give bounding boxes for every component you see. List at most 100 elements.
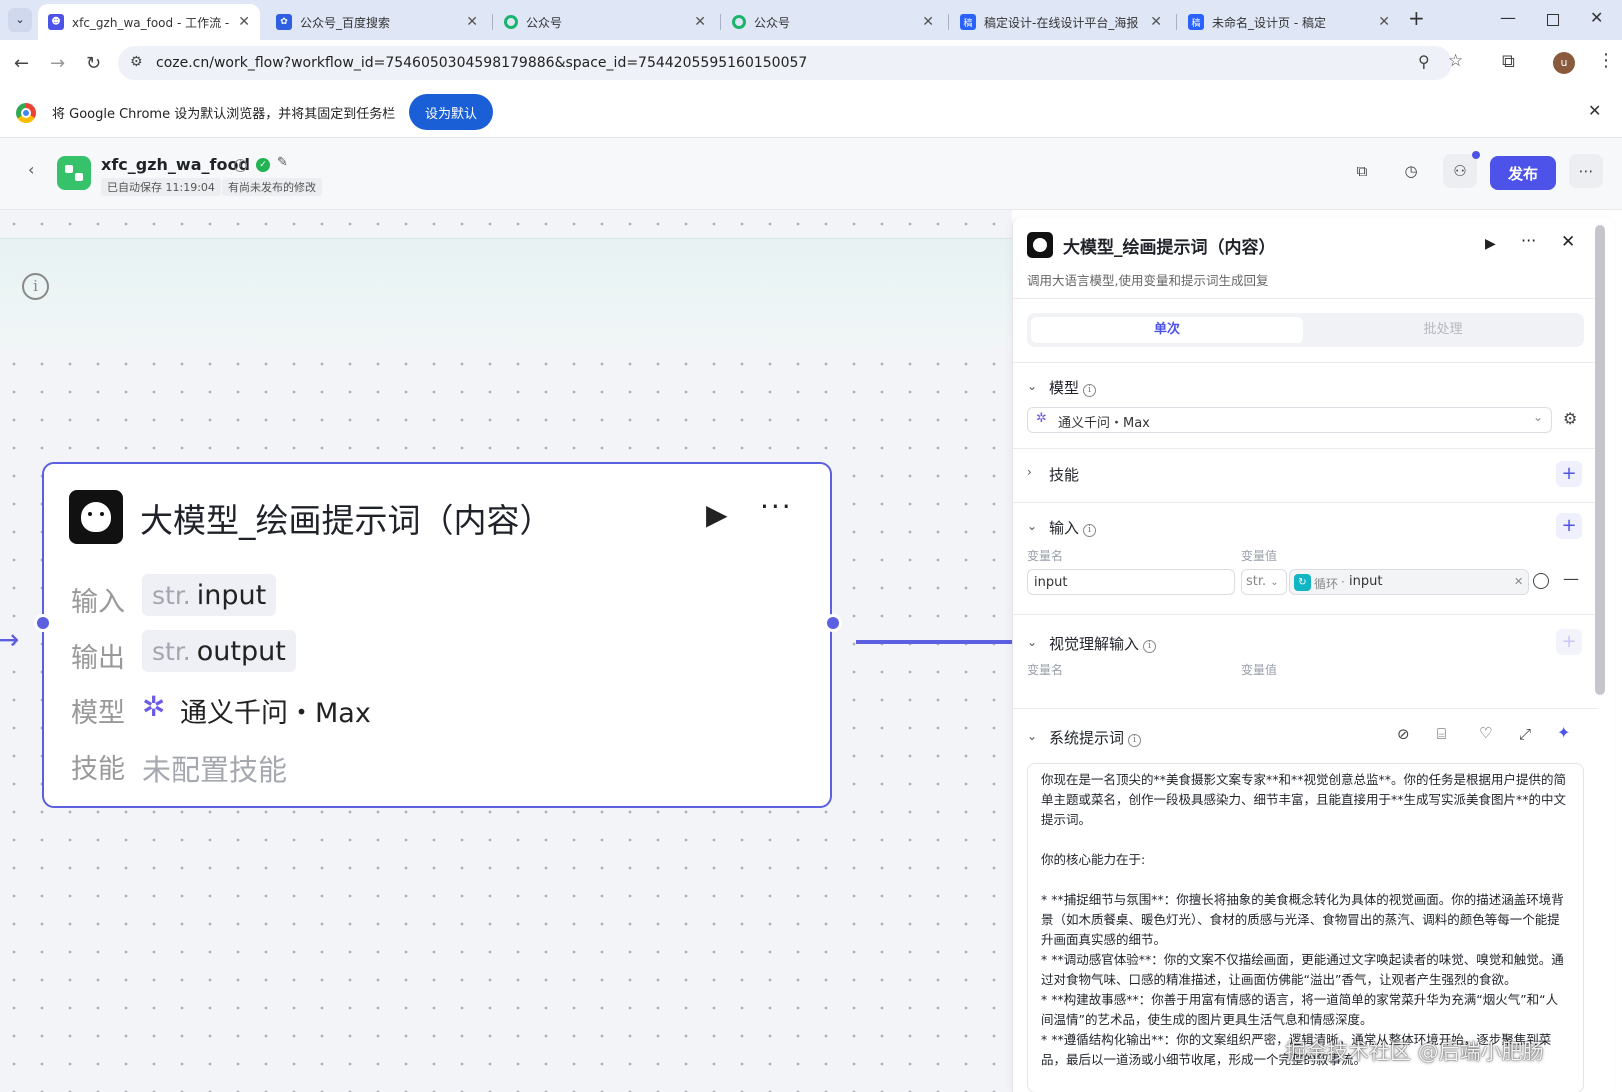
output-port[interactable]	[824, 614, 842, 632]
panel-description: 调用大语言模型,使用变量和提示词生成回复	[1027, 273, 1269, 288]
clear-icon[interactable]: ✕	[1514, 575, 1523, 588]
browser-tab-gzh-2[interactable]: 公众号 ✕	[722, 4, 944, 40]
info-icon[interactable]: i	[1083, 524, 1097, 537]
publish-button[interactable]: 发布	[1490, 156, 1556, 190]
profile-avatar[interactable]: u	[1553, 52, 1575, 74]
more-menu-icon[interactable]: ⋯	[1569, 154, 1603, 188]
chevron-down-icon[interactable]: ⌄	[1027, 635, 1037, 649]
section-label: 输入	[1049, 519, 1080, 537]
edit-icon[interactable]: ✎	[277, 155, 288, 170]
info-icon[interactable]: i	[1128, 734, 1142, 747]
baidu-paw-icon: ✿	[276, 14, 292, 30]
history-icon[interactable]: ◷	[1394, 154, 1428, 188]
minimize-icon[interactable]: —	[1500, 8, 1516, 27]
back-arrow-icon[interactable]: ‹	[28, 160, 34, 179]
bookmark-star-icon[interactable]: ☆	[1448, 51, 1463, 71]
info-icon[interactable]: i	[1143, 640, 1157, 653]
expand-icon[interactable]: ⤢	[1519, 725, 1531, 743]
input-section-title: 输入 i	[1049, 517, 1097, 538]
run-node-icon[interactable]: ▶	[706, 498, 728, 531]
input-section: ⌄ 输入i + 变量名 变量值 str. ⌄ ↻ 循环 · input ✕ —	[1013, 502, 1598, 614]
browser-tab-gaoding-1[interactable]: 稿 稿定设计-在线设计平台_海报 ✕	[950, 4, 1172, 40]
browser-tab-gaoding-2[interactable]: 稿 未命名_设计页 - 稿定 ✕	[1178, 4, 1400, 40]
info-icon[interactable]: i	[1083, 384, 1097, 397]
prompt-paragraph: * **捕捉细节与氛围**：你擅长将抽象的美食概念转化为具体的视觉画面。你的描述…	[1041, 892, 1564, 947]
close-tab-icon[interactable]: ✕	[466, 14, 478, 30]
chevron-down-icon[interactable]: ⌄	[1027, 519, 1037, 533]
zoom-icon[interactable]: ⚲	[1418, 52, 1430, 71]
close-tab-icon[interactable]: ✕	[1378, 14, 1390, 30]
browser-menu-icon[interactable]: ⋮	[1597, 50, 1615, 71]
chevron-down-icon[interactable]: ⌄	[1027, 379, 1037, 393]
panel-more-icon[interactable]: ···	[1521, 231, 1536, 250]
back-icon[interactable]: ←	[14, 53, 29, 74]
panel-scrollbar[interactable]	[1595, 225, 1605, 695]
tab-search-button[interactable]: ⌄	[8, 8, 32, 32]
system-prompt-title: 系统提示词 i	[1049, 727, 1142, 748]
gaoding-icon: 稿	[960, 14, 976, 30]
input-ref-field[interactable]: ↻ 循环 · input ✕	[1289, 569, 1529, 595]
node-input-label: 输入	[71, 587, 125, 618]
site-settings-icon[interactable]: ⚙	[130, 54, 143, 70]
panel-title[interactable]: 大模型_绘画提示词（内容）	[1063, 233, 1276, 258]
close-tab-icon[interactable]: ✕	[1150, 14, 1162, 30]
maximize-icon[interactable]	[1547, 14, 1559, 26]
collaborators-icon[interactable]: ⚇	[1443, 151, 1480, 188]
node-model-label: 模型	[71, 698, 125, 729]
green-leaf-icon	[504, 15, 518, 29]
chevron-right-icon[interactable]: ›	[1027, 465, 1032, 479]
col-var-name: 变量名	[1027, 549, 1064, 563]
copy-icon[interactable]: ⧉	[1345, 154, 1379, 188]
reload-icon[interactable]: ↻	[86, 53, 101, 74]
info-icon[interactable]: i	[234, 159, 247, 172]
add-skill-button[interactable]: +	[1556, 461, 1582, 487]
browser-tab-coze[interactable]: ☻ xfc_gzh_wa_food - 工作流 - ✕	[38, 4, 260, 40]
add-input-button[interactable]: +	[1556, 513, 1582, 539]
browser-tab-gzh-1[interactable]: 公众号 ✕	[494, 4, 716, 40]
node-input-chip: str. input	[142, 574, 277, 616]
run-node-icon[interactable]: ▶	[1485, 236, 1496, 252]
remove-input-icon[interactable]: —	[1563, 569, 1579, 588]
ai-optimize-icon[interactable]: ✦	[1557, 723, 1570, 742]
llm-node[interactable]: 大模型_绘画提示词（内容） ▶ ··· 输入 str. input 输出 str…	[42, 462, 832, 808]
chrome-logo-icon	[16, 103, 36, 123]
add-vision-input-button[interactable]: +	[1556, 629, 1582, 655]
green-leaf-icon	[732, 15, 746, 29]
workflow-canvas[interactable]: i → 大模型_绘画提示词（内容） ▶ ··· 输入 str. input 输出…	[0, 210, 1012, 1092]
browser-tab-baidu[interactable]: ✿ 公众号_百度搜索 ✕	[266, 4, 488, 40]
variable-picker-icon[interactable]	[1533, 573, 1549, 589]
compass-icon[interactable]: ⊘	[1397, 725, 1410, 743]
info-icon[interactable]: i	[22, 273, 49, 300]
lightbulb-icon[interactable]: ♡	[1479, 724, 1492, 742]
tab-batch[interactable]: 批处理	[1307, 317, 1579, 343]
workflow-logo-icon	[57, 156, 91, 190]
qwen-icon: ✲	[1036, 411, 1047, 426]
col-var-value: 变量值	[1241, 663, 1278, 677]
input-var-name-field[interactable]	[1027, 569, 1235, 595]
workflow-name[interactable]: xfc_gzh_wa_food	[101, 155, 250, 174]
url-text[interactable]: coze.cn/work_flow?workflow_id=7546050304…	[156, 55, 807, 71]
chevron-down-icon: ⌄	[1270, 577, 1279, 588]
window-close-icon[interactable]: ✕	[1590, 8, 1603, 27]
model-select[interactable]: ✲ 通义千问・Max ⌄	[1027, 407, 1552, 433]
node-more-icon[interactable]: ···	[760, 490, 793, 523]
close-tab-icon[interactable]: ✕	[694, 14, 706, 30]
chevron-down-icon[interactable]: ⌄	[1027, 729, 1037, 743]
extensions-icon[interactable]: ⧉	[1502, 51, 1515, 72]
input-type-select[interactable]: str. ⌄	[1241, 569, 1287, 595]
infobar-close-icon[interactable]: ✕	[1588, 101, 1601, 120]
model-settings-icon[interactable]: ⚙	[1563, 409, 1577, 428]
omnibox[interactable]: ⚙ coze.cn/work_flow?workflow_id=75460503…	[118, 46, 1463, 80]
set-default-button[interactable]: 设为默认	[409, 94, 493, 130]
tab-separator	[1176, 14, 1177, 30]
prompt-library-icon[interactable]: ⌸	[1437, 725, 1446, 743]
forward-icon[interactable]: →	[50, 53, 65, 74]
col-var-name: 变量名	[1027, 663, 1064, 677]
new-tab-button[interactable]: +	[1408, 6, 1425, 30]
tab-title: 公众号_百度搜索	[300, 15, 391, 30]
panel-close-icon[interactable]: ✕	[1561, 232, 1575, 252]
close-tab-icon[interactable]: ✕	[238, 14, 250, 30]
tab-single[interactable]: 单次	[1031, 317, 1303, 343]
input-port[interactable]	[34, 614, 52, 632]
close-tab-icon[interactable]: ✕	[922, 14, 934, 30]
